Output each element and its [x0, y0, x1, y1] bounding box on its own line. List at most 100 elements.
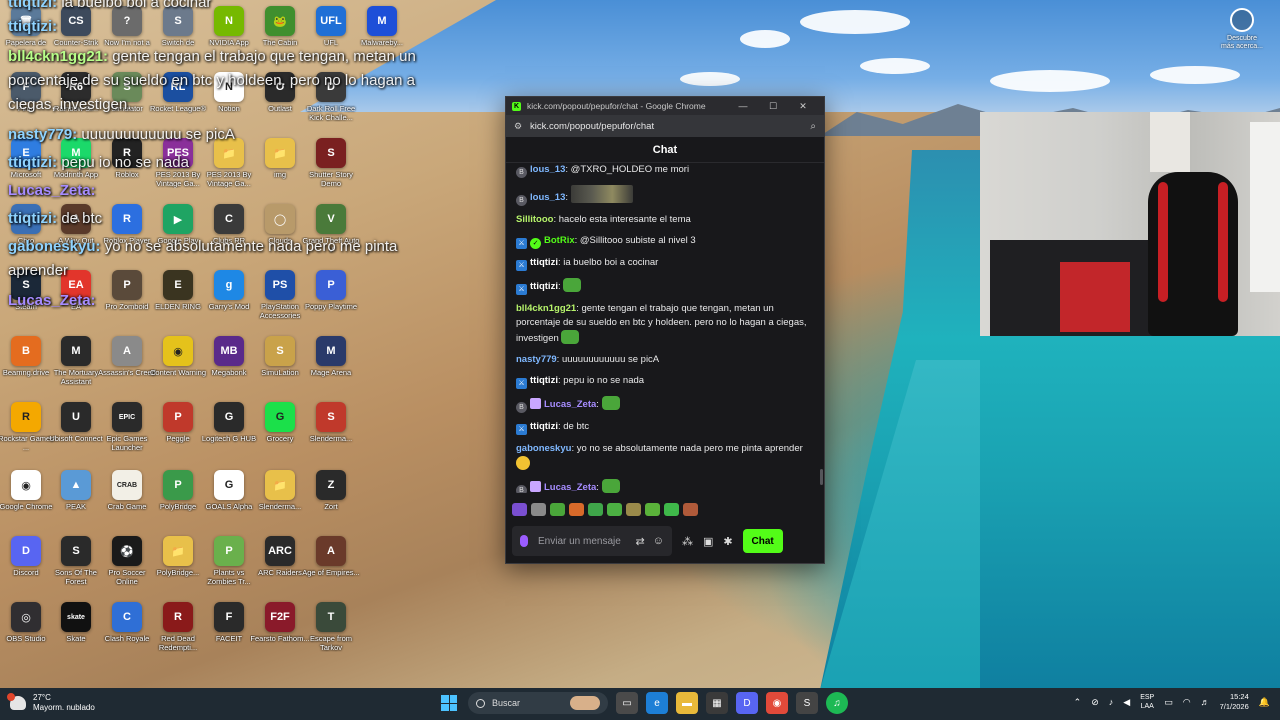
chat-username[interactable]: BotRix: [544, 235, 575, 246]
desktop-icon[interactable]: skate Skate: [50, 602, 102, 666]
mic-tray-icon[interactable]: ♪: [1109, 697, 1114, 707]
desktop-icon[interactable]: ⚽ Pro Soccer Online: [101, 536, 153, 600]
chat-message[interactable]: ⚔ ttiqtizi: de btc: [516, 420, 814, 435]
desktop-icon[interactable]: C Clash Royale: [101, 602, 153, 666]
chat-username[interactable]: ttiqtizi: [530, 421, 558, 432]
chat-message[interactable]: ⚔ ttiqtizi: pepu io no se nada: [516, 374, 814, 389]
task-view-icon[interactable]: ▭: [616, 692, 638, 714]
speaker-icon[interactable]: ◀: [1123, 697, 1130, 708]
emote-button[interactable]: [664, 502, 679, 516]
chat-message[interactable]: Sillitooo: hacelo esta interesante el te…: [516, 213, 814, 227]
desktop-icon[interactable]: T Escape from Tarkov: [305, 602, 357, 666]
file-explorer-icon[interactable]: ▬: [676, 692, 698, 714]
desktop-icon[interactable]: g Garry's Mod: [203, 270, 255, 334]
translate-icon[interactable]: ⇄: [636, 535, 645, 548]
desktop-icon[interactable]: F2F Fearsto Fathom...: [250, 602, 310, 666]
desktop-icon[interactable]: P Plants vs Zombies Tr...: [203, 536, 255, 600]
desktop-icon[interactable]: ◉ Content Warning: [150, 336, 206, 400]
emoji-icon[interactable]: ☺: [653, 535, 664, 547]
desktop-icon[interactable]: B Beamng.drive: [0, 336, 52, 400]
chat-scrollbar[interactable]: [819, 163, 823, 493]
share-icon[interactable]: ⁂: [682, 535, 693, 548]
desktop-icon[interactable]: 📁 PES 2013 By Vintage Ga...: [203, 138, 255, 202]
edge-icon[interactable]: e: [646, 692, 668, 714]
chat-message[interactable]: gaboneskyu: yo no se absolutamente nada …: [516, 442, 814, 472]
chat-username[interactable]: ttiqtizi: [530, 281, 558, 292]
chat-username[interactable]: ttiqtizi: [530, 257, 558, 268]
desktop-icon[interactable]: G GOALS Alpha: [203, 470, 255, 534]
desktop-icon[interactable]: P Pro Zomboid: [101, 270, 153, 334]
send-chat-button[interactable]: Chat: [742, 529, 783, 553]
desktop-icon[interactable]: M Mage Arena: [305, 336, 357, 400]
desktop-icon[interactable]: ◉ Google Chrome: [0, 470, 52, 534]
chat-username[interactable]: lous_13: [530, 192, 565, 203]
spotify-icon[interactable]: ♫: [826, 692, 848, 714]
start-button[interactable]: [438, 692, 460, 714]
network-off-icon[interactable]: ⊘: [1091, 697, 1099, 708]
emote-button[interactable]: [645, 502, 660, 516]
desktop-icon[interactable]: P Poppy Playtime: [305, 270, 357, 334]
emote-button[interactable]: [531, 502, 546, 516]
desktop-icon[interactable]: E ELDEN RING: [152, 270, 204, 334]
desktop-icon[interactable]: CRAB Crab Game: [101, 470, 153, 534]
chat-username[interactable]: Lucas_Zeta: [544, 399, 596, 410]
site-settings-icon[interactable]: ⚙: [514, 121, 530, 132]
chat-message[interactable]: ⚔ ✓ BotRix: @Sillitooo subiste al nivel 3: [516, 234, 814, 249]
chat-username[interactable]: bll4ckn1gg21: [516, 303, 576, 314]
desktop-icon[interactable]: P Peggle: [152, 402, 204, 466]
chat-message[interactable]: B Lucas_Zeta:: [516, 479, 814, 493]
gift-icon[interactable]: ▣: [703, 535, 713, 548]
desktop-icon[interactable]: A Assassin's Creed: [98, 336, 156, 400]
desktop-icon[interactable]: ▲ PEAK: [50, 470, 102, 534]
desktop-icon[interactable]: R Roblox Player: [101, 204, 153, 268]
scrollbar-thumb[interactable]: [820, 469, 823, 485]
desktop-icon[interactable]: EPIC Epic Games Launcher: [101, 402, 153, 466]
display-icon[interactable]: ▭: [1164, 697, 1173, 708]
language-indicator[interactable]: ESP LAA: [1140, 693, 1154, 711]
chrome-taskbar-icon[interactable]: ◉: [766, 692, 788, 714]
steam-taskbar-icon[interactable]: S: [796, 692, 818, 714]
notifications-icon[interactable]: 🔔: [1259, 697, 1270, 708]
desktop-icon[interactable]: V Grand Theft Auto V: [303, 204, 359, 268]
desktop-icon[interactable]: Z Zort: [305, 470, 357, 534]
chat-username[interactable]: Lucas_Zeta: [544, 482, 596, 493]
settings-icon[interactable]: ✱: [723, 535, 732, 548]
chat-message[interactable]: bll4ckn1gg21: gente tengan el trabajo qu…: [516, 302, 814, 346]
desktop-icon[interactable]: ▶ Google Play: [152, 204, 204, 268]
desktop-icon[interactable]: A Age of Empires...: [302, 536, 360, 600]
zoom-icon[interactable]: ⌕: [810, 121, 816, 132]
emote-button[interactable]: [683, 502, 698, 516]
chat-username[interactable]: Sillitooo: [516, 214, 553, 225]
desktop-icon[interactable]: S Shutter Story Demo: [305, 138, 357, 202]
desktop-icon[interactable]: F FACEIT: [203, 602, 255, 666]
store-icon[interactable]: ▦: [706, 692, 728, 714]
chat-username[interactable]: lous_13: [530, 164, 565, 175]
desktop-icon[interactable]: S Sons Of The Forest: [50, 536, 102, 600]
volume-icon[interactable]: ♬: [1201, 697, 1210, 707]
minimize-button[interactable]: —: [728, 101, 758, 111]
emote-button[interactable]: [550, 502, 565, 516]
desktop-icon[interactable]: MB Megabonk: [203, 336, 255, 400]
chat-username[interactable]: gaboneskyu: [516, 443, 571, 454]
chat-message[interactable]: nasty779: uuuuuuuuuuuu se picA: [516, 353, 814, 367]
chat-message[interactable]: B Lucas_Zeta:: [516, 396, 814, 413]
desktop-icon[interactable]: R Red Dead Redempti...: [152, 602, 204, 666]
desktop-icon[interactable]: PS PlayStation Accessories: [254, 270, 306, 334]
desktop-icon[interactable]: D Discord: [0, 536, 52, 600]
desktop-icon[interactable]: G Grocery: [254, 402, 306, 466]
maximize-button[interactable]: ☐: [758, 101, 788, 112]
desktop-icon[interactable]: C Clubs RR: [203, 204, 255, 268]
emote-button[interactable]: [512, 502, 527, 516]
emote-button[interactable]: [588, 502, 603, 516]
desktop-icon[interactable]: R Rockstar Games ...: [0, 402, 54, 466]
chat-message[interactable]: Blous_13:: [516, 185, 814, 206]
discord-taskbar-icon[interactable]: D: [736, 692, 758, 714]
desktop-icon[interactable]: 📁 Slenderma...: [254, 470, 306, 534]
chevron-up-icon[interactable]: ⌃: [1074, 697, 1082, 708]
desktop-icon[interactable]: U Ubisoft Connect: [49, 402, 103, 466]
chat-username[interactable]: ttiqtizi: [530, 375, 558, 386]
clock[interactable]: 15:24 7/1/2026: [1220, 692, 1249, 712]
desktop-icon[interactable]: ARC ARC Raiders: [254, 536, 306, 600]
emote-button[interactable]: [569, 502, 584, 516]
desktop-icon[interactable]: 📁 PolyBridge...: [152, 536, 204, 600]
